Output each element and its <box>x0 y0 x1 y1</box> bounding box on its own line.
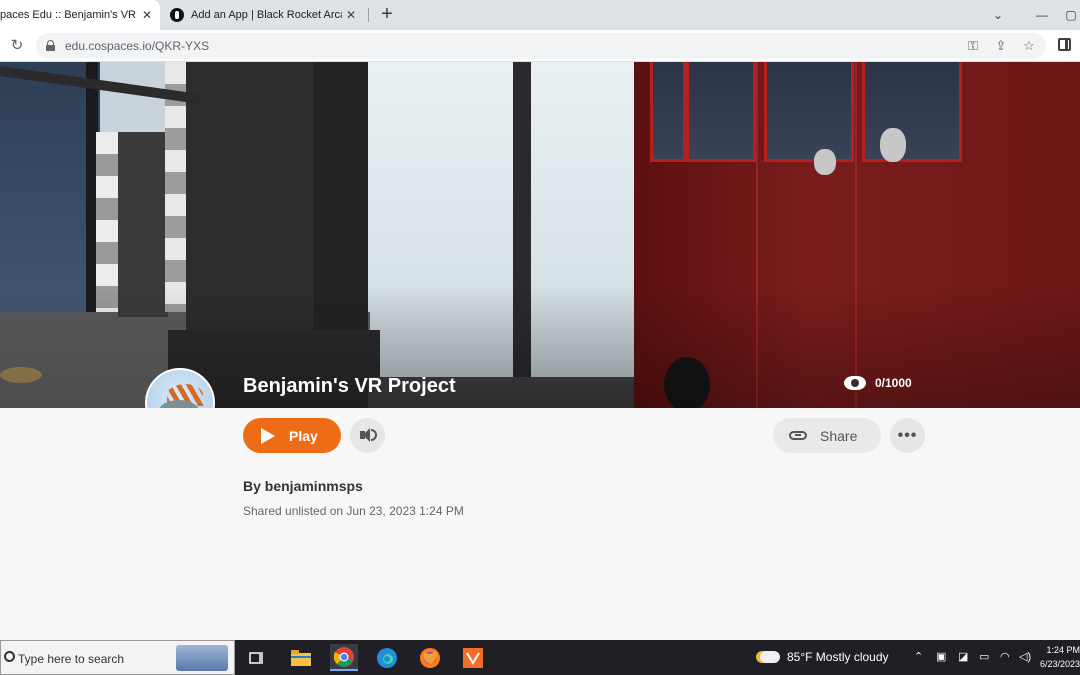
play-icon <box>261 427 275 444</box>
windows-taskbar: Type here to search 85°F Mostly cloudy ⌃… <box>0 640 1080 675</box>
tab-strip: paces Edu :: Benjamin's VR Pr ✕ Add an A… <box>0 0 1080 30</box>
rocket-favicon-icon <box>170 8 184 22</box>
play-button[interactable]: Play <box>243 418 341 453</box>
link-icon <box>789 431 807 440</box>
tab-title: Add an App | Black Rocket Arcad <box>191 9 342 21</box>
share-page-icon[interactable]: ⇪ <box>992 37 1010 55</box>
sound-button[interactable] <box>350 418 385 453</box>
star-bookmark-icon[interactable]: ☆ <box>1020 37 1038 55</box>
project-title: Benjamin's VR Project <box>243 375 456 397</box>
wifi-icon[interactable]: ◠ <box>1000 650 1010 663</box>
new-tab-icon[interactable]: + <box>376 4 398 26</box>
edge-icon[interactable] <box>373 644 401 671</box>
project-preview-scene[interactable] <box>0 62 1080 408</box>
search-icon <box>4 651 15 662</box>
tab-title: paces Edu :: Benjamin's VR Pr <box>0 9 138 21</box>
search-placeholder: Type here to search <box>18 652 125 666</box>
share-label: Share <box>820 427 858 444</box>
volume-icon[interactable]: ◁) <box>1019 650 1031 663</box>
security-icon[interactable]: ◪ <box>958 650 968 663</box>
app-v-icon[interactable] <box>459 644 487 671</box>
clock-time: 1:24 PM <box>1046 645 1080 655</box>
close-tab-icon[interactable]: ✕ <box>342 6 360 24</box>
address-bar[interactable]: edu.cospaces.io/QKR-YXS ⚿ ⇪ ☆ <box>36 33 1046 59</box>
share-button[interactable]: Share <box>773 418 881 453</box>
views-counter: 0/1000 <box>844 376 912 390</box>
shared-date: Shared unlisted on Jun 23, 2023 1:24 PM <box>243 504 464 518</box>
file-explorer-icon[interactable] <box>287 644 315 671</box>
key-icon[interactable]: ⚿ <box>964 37 982 55</box>
chevron-up-icon[interactable]: ⌃ <box>914 650 923 663</box>
taskbar-search[interactable]: Type here to search <box>0 640 235 675</box>
weather-text: 85°F Mostly cloudy <box>787 650 889 664</box>
chrome-icon[interactable] <box>330 644 358 671</box>
more-options-button[interactable]: ••• <box>890 418 925 453</box>
reload-icon[interactable]: ↻ <box>6 35 28 57</box>
minimize-icon[interactable]: — <box>1022 0 1062 30</box>
tab-cospaces[interactable]: paces Edu :: Benjamin's VR Pr ✕ <box>0 0 160 30</box>
url-text[interactable]: edu.cospaces.io/QKR-YXS <box>65 39 209 53</box>
views-count: 0/1000 <box>875 376 912 390</box>
firefox-icon[interactable] <box>416 644 444 671</box>
meet-icon[interactable]: ▣ <box>936 650 946 663</box>
side-panel-icon[interactable] <box>1058 38 1071 51</box>
eye-icon <box>844 376 866 390</box>
maximize-icon[interactable]: ▢ <box>1062 0 1080 30</box>
search-highlight-image <box>176 645 228 671</box>
system-clock[interactable]: 1:24 PM 6/23/2023 <box>1040 643 1080 671</box>
tab-separator <box>368 8 369 22</box>
lock-icon[interactable] <box>46 40 55 51</box>
author-line: By benjaminmsps <box>243 478 363 494</box>
battery-icon[interactable]: ▭ <box>979 650 989 663</box>
task-view-icon[interactable] <box>243 644 271 671</box>
weather-widget[interactable]: 85°F Mostly cloudy <box>760 650 889 664</box>
tab-black-rocket[interactable]: Add an App | Black Rocket Arcad ✕ <box>164 0 364 30</box>
cloud-sun-icon <box>760 651 780 663</box>
clock-date: 6/23/2023 <box>1040 659 1080 669</box>
tab-search-chevron-icon[interactable]: ⌄ <box>978 0 1018 30</box>
play-label: Play <box>289 427 318 444</box>
browser-toolbar: ↻ edu.cospaces.io/QKR-YXS ⚿ ⇪ ☆ <box>0 30 1080 62</box>
close-tab-icon[interactable]: ✕ <box>138 6 156 24</box>
